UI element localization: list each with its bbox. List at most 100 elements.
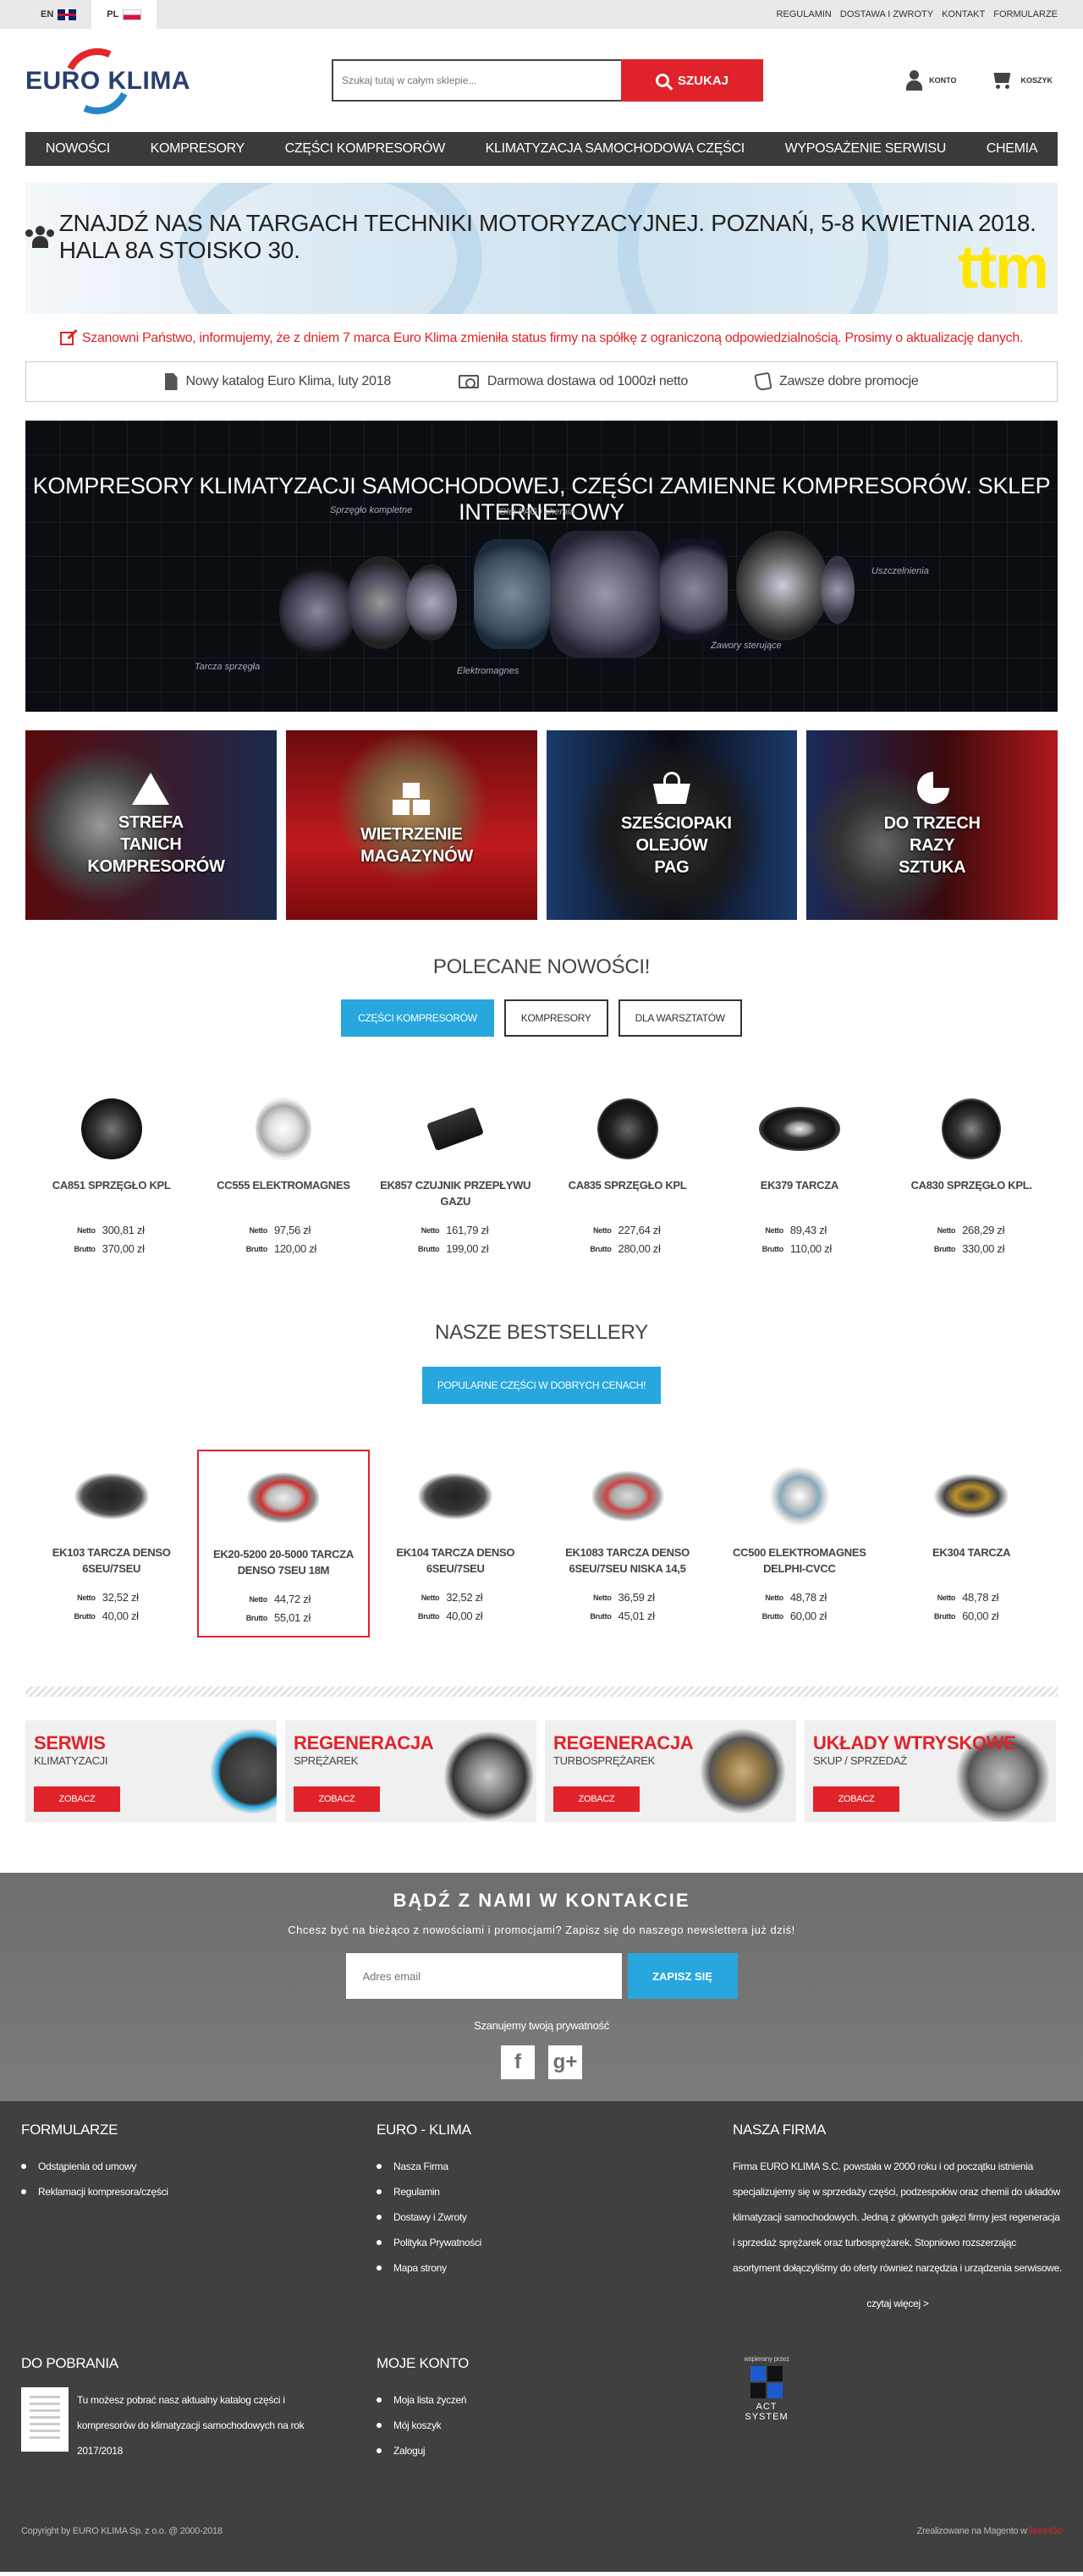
product-card[interactable]: CC500 ELEKTROMAGNES DELPHI-CVCC Netto 48,… xyxy=(713,1450,885,1638)
netto-label: Netto xyxy=(249,1595,267,1604)
footer-company-text: Firma EURO KLIMA S.C. powstała w 2000 ro… xyxy=(733,2160,1063,2274)
tab-workshops[interactable]: DLA WARSZTATÓW xyxy=(618,999,742,1037)
tile-warehouse-clearance[interactable]: WIETRZENIE MAGAZYNÓW xyxy=(285,730,537,920)
netto-label: Netto xyxy=(593,1593,612,1602)
lang-en[interactable]: EN xyxy=(25,0,91,29)
product-image xyxy=(720,1458,878,1534)
tile-third-time[interactable]: DO TRZECH RAZY SZTUKA xyxy=(806,730,1058,920)
product-card[interactable]: EK1083 TARCZA DENSO 6SEU/7SEU NISKA 14,5… xyxy=(542,1450,713,1638)
info-delivery: Darmowa dostawa od 1000zł netto xyxy=(458,374,688,389)
brutto-label: Brutto xyxy=(761,1245,784,1253)
link-formularze[interactable]: FORMULARZE xyxy=(993,9,1058,19)
company-notice: Szanowni Państwo, informujemy, że z dnie… xyxy=(25,331,1058,346)
newsletter-section: BĄDŹ Z NAMI W KONTAKCIE Chcesz być na bi… xyxy=(0,1873,1083,2101)
product-name: CC500 ELEKTROMAGNES DELPHI-CVCC xyxy=(733,1546,866,1575)
netto-price: 89,43 zł xyxy=(789,1224,827,1236)
cart-link[interactable]: KOSZYK xyxy=(990,70,1053,91)
nav-klimatyzacja[interactable]: KLIMATYZACJA SAMOCHODOWA CZĘŚCI xyxy=(486,141,745,157)
tile-cheap-compressors[interactable]: STREFA TANICH KOMPRESORÓW xyxy=(25,730,277,920)
footer-link[interactable]: Nasza Firma xyxy=(377,2154,698,2179)
google-plus-icon[interactable]: g+ xyxy=(548,2045,582,2079)
nav-czesci-kompresorow[interactable]: CZĘŚCI KOMPRESORÓW xyxy=(285,141,446,157)
link-regulamin[interactable]: REGULAMIN xyxy=(776,9,831,19)
footer-link[interactable]: Zaloguj xyxy=(377,2438,698,2463)
newsletter-question: Chcesz być na bieżąco z nowościami i pro… xyxy=(288,1924,795,1936)
product-card[interactable]: CA830 SPRZĘGŁO KPL. Netto 268,29 zł Brutt… xyxy=(885,1082,1057,1267)
footer-account: MOJE KONTO Moja lista życzeń Mój koszyk … xyxy=(377,2355,698,2463)
footer-link[interactable]: Odstąpienia od umowy xyxy=(21,2154,343,2179)
catalog-pdf-icon[interactable] xyxy=(21,2387,69,2452)
footer-link[interactable]: Mapa strony xyxy=(377,2255,698,2281)
powered-prefix: Zrealizowane na Magento w xyxy=(916,2526,1027,2536)
account-link[interactable]: KONTO xyxy=(905,70,956,91)
product-card[interactable]: EK20-5200 20-5000 TARCZA DENSO 7SEU 18M … xyxy=(197,1450,370,1638)
netto-label: Netto xyxy=(249,1226,267,1235)
facebook-icon[interactable]: f xyxy=(501,2045,535,2079)
stripe-divider xyxy=(25,1687,1058,1697)
service-compressors[interactable]: REGENERACJA SPRĘŻAREK ZOBACZ xyxy=(285,1720,536,1822)
brutto-price: 370,00 zł xyxy=(102,1242,145,1255)
hero-banner[interactable]: KOMPRESORY KLIMATYZACJI SAMOCHODOWEJ, CZ… xyxy=(25,421,1058,712)
product-card[interactable]: CA835 SPRZĘGŁO KPL Netto 227,64 zł Brutto… xyxy=(542,1082,713,1267)
service-ac[interactable]: SERWIS KLIMATYZACJI ZOBACZ xyxy=(25,1720,277,1822)
read-more-link[interactable]: czytaj więcej > xyxy=(733,2298,1063,2309)
product-name: CA851 SPRZĘGŁO KPL xyxy=(52,1179,171,1192)
tile-pag-oils[interactable]: SZEŚCIOPAKI OLEJÓW PAG xyxy=(546,730,798,920)
search-button[interactable]: SZUKAJ xyxy=(621,59,763,102)
footer-link[interactable]: Reklamacji kompresora/części xyxy=(21,2179,343,2204)
search-input[interactable] xyxy=(332,59,621,102)
service-button[interactable]: ZOBACZ xyxy=(813,1786,899,1812)
tile-title: WIETRZENIE MAGAZYNÓW xyxy=(360,825,473,866)
powered-by[interactable]: Zrealizowane na Magento wSeeInGo xyxy=(916,2526,1063,2536)
notice-text: Szanowni Państwo, informujemy, że z dnie… xyxy=(81,331,1024,345)
product-card[interactable]: EK857 CZUJNIK PRZEPŁYWU GAZU Netto 161,79… xyxy=(370,1082,542,1267)
hero-title: KOMPRESORY KLIMATYZACJI SAMOCHODOWEJ, CZ… xyxy=(32,473,1051,525)
logo[interactable]: EURO KLIMA xyxy=(25,39,195,124)
netto-label: Netto xyxy=(765,1226,783,1235)
product-card[interactable]: CA851 SPRZĘGŁO KPL Netto 300,81 zł Brutto… xyxy=(25,1082,197,1267)
service-title: SERWIS xyxy=(34,1732,106,1753)
fair-banner[interactable]: ZNAJDŹ NAS NA TARGACH TECHNIKI MOTORYZAC… xyxy=(25,183,1058,314)
product-card[interactable]: CC555 ELEKTROMAGNES Netto 97,56 zł Brutto… xyxy=(197,1082,369,1267)
tab-compressor-parts[interactable]: CZĘŚCI KOMPRESORÓW xyxy=(341,999,494,1037)
tab-compressors[interactable]: KOMPRESORY xyxy=(503,999,608,1037)
service-button[interactable]: ZOBACZ xyxy=(294,1786,380,1812)
footer-link[interactable]: Polityka Prywatności xyxy=(377,2230,698,2255)
link-kontakt[interactable]: KONTAKT xyxy=(942,9,985,19)
service-injection[interactable]: UKŁADY WTRYSKOWE SKUP / SPRZEDAŻ ZOBACZ xyxy=(805,1720,1056,1822)
product-card[interactable]: EK103 TARCZA DENSO 6SEU/7SEU Netto 32,52 … xyxy=(25,1450,197,1638)
link-dostawa[interactable]: DOSTAWA I ZWROTY xyxy=(840,9,933,19)
footer-link[interactable]: Dostawy i Zwroty xyxy=(377,2204,698,2230)
brutto-label: Brutto xyxy=(74,1245,96,1253)
footer-link[interactable]: Moja lista życzeń xyxy=(377,2387,698,2413)
nav-wyposazenie[interactable]: WYPOSAŻENIE SERWISU xyxy=(785,141,947,157)
service-turbo[interactable]: REGENERACJA TURBOSPRĘŻAREK ZOBACZ xyxy=(545,1720,796,1822)
language-switcher: EN PL xyxy=(25,0,157,29)
product-card[interactable]: EK104 TARCZA DENSO 6SEU/7SEU Netto 32,52 … xyxy=(370,1450,542,1638)
footer-link[interactable]: Mój koszyk xyxy=(377,2413,698,2438)
nav-nowosci[interactable]: NOWOŚCI xyxy=(46,141,110,157)
main-nav: NOWOŚCI KOMPRESORY CZĘŚCI KOMPRESORÓW KL… xyxy=(25,132,1058,166)
footer-link[interactable]: Regulamin xyxy=(377,2179,698,2204)
compressor-exploded-image xyxy=(279,531,871,666)
act-logo-icon xyxy=(750,2366,783,2398)
fair-banner-text: ZNAJDŹ NAS NA TARGACH TECHNIKI MOTORYZAC… xyxy=(58,210,1036,263)
newsletter-email-input[interactable] xyxy=(345,1953,622,1999)
newsletter-subscribe-button[interactable]: ZAPISZ SIĘ xyxy=(627,1953,738,1999)
footer-downloads: DO POBRANIA Tu możesz pobrać nasz aktual… xyxy=(21,2355,360,2463)
product-card[interactable]: EK304 TARCZA Netto 48,78 zł Brutto 60,00 z… xyxy=(885,1450,1057,1638)
info-catalog[interactable]: Nowy katalog Euro Klima, luty 2018 xyxy=(164,373,391,390)
brutto-label: Brutto xyxy=(74,1612,96,1621)
popular-parts-button[interactable]: POPULARNE CZĘŚCI W DOBRYCH CENACH! xyxy=(421,1367,662,1404)
product-card[interactable]: EK379 TARCZA Netto 89,43 zł Brutto 110,00 … xyxy=(713,1082,885,1267)
product-name: EK304 TARCZA xyxy=(932,1546,1011,1559)
service-button[interactable]: ZOBACZ xyxy=(34,1786,120,1812)
service-title: REGENERACJA xyxy=(553,1732,694,1753)
act-system-logo[interactable]: wspierany przez ACT SYSTEM xyxy=(733,2352,800,2422)
lang-pl[interactable]: PL xyxy=(91,0,157,29)
netto-price: 44,72 zł xyxy=(273,1593,311,1605)
nav-chemia[interactable]: CHEMIA xyxy=(987,141,1038,157)
nav-kompresory[interactable]: KOMPRESORY xyxy=(151,141,245,157)
service-button[interactable]: ZOBACZ xyxy=(553,1786,640,1812)
brutto-label: Brutto xyxy=(418,1245,440,1253)
